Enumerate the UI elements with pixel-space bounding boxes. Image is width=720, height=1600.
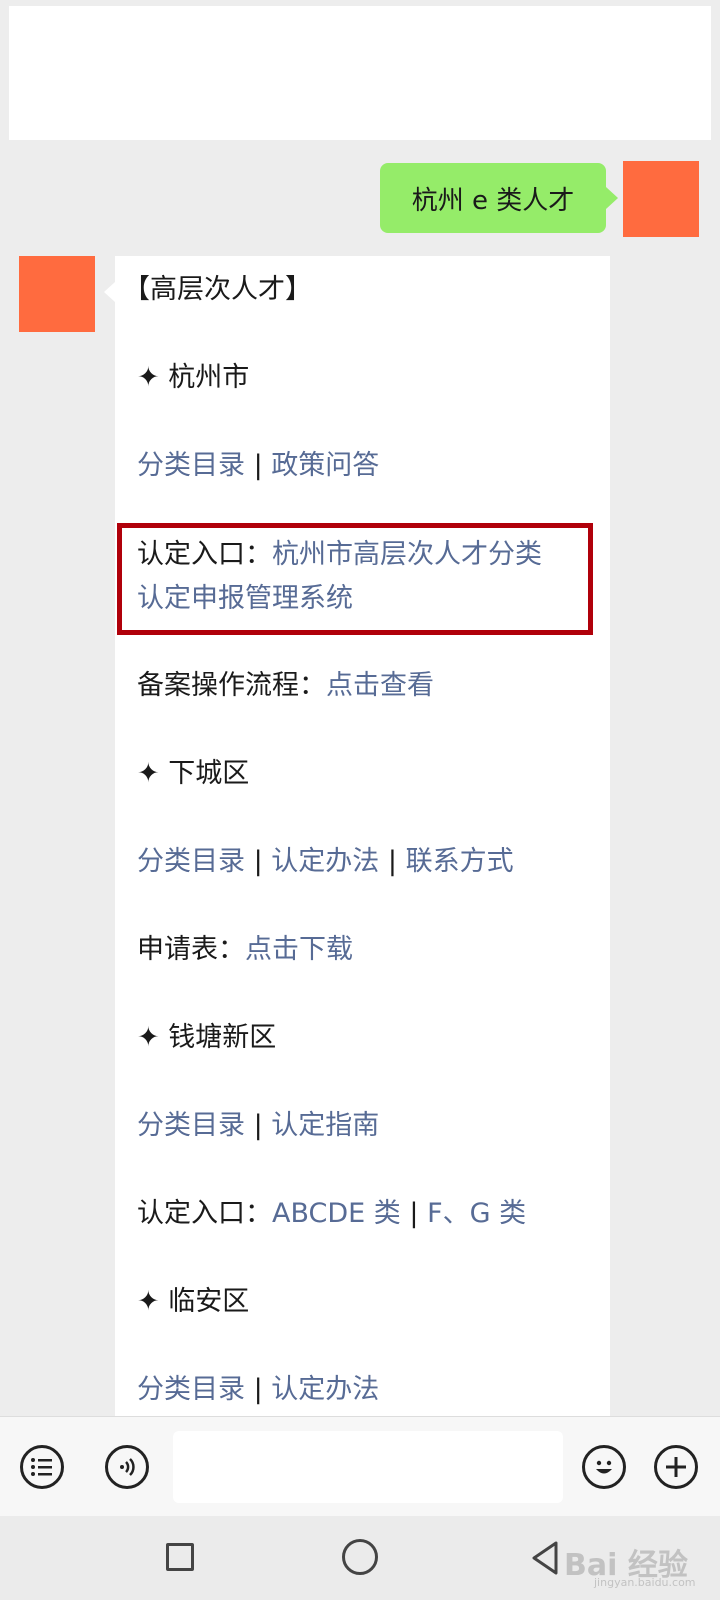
link-contact[interactable]: 联系方式 — [406, 846, 514, 877]
star-icon: ✦ — [137, 362, 160, 393]
section-title-qiantang: ✦ 钱塘新区 — [137, 1022, 277, 1053]
entry-row-hangzhou: 认定入口：杭州市高层次人才分类 — [137, 533, 542, 577]
entry-label: 认定入口： — [137, 539, 272, 570]
watermark-sub: jingyan.baidu.com — [594, 1576, 696, 1589]
reply-header: 【高层次人才】 — [123, 274, 312, 305]
link-entry-system-line1[interactable]: 杭州市高层次人才分类 — [272, 539, 542, 570]
link-category-catalog[interactable]: 分类目录 — [137, 450, 245, 481]
message-input[interactable] — [173, 1431, 563, 1503]
link-entry-system-line2[interactable]: 认定申报管理系统 — [137, 583, 353, 614]
separator: | — [253, 1110, 263, 1141]
link-row-linan: 分类目录 | 认定办法 — [137, 1368, 379, 1412]
separator: | — [253, 846, 263, 877]
link-view[interactable]: 点击查看 — [326, 670, 434, 701]
sent-message-bubble[interactable]: 杭州 e 类人才 — [380, 163, 618, 233]
entry-row-hangzhou-line2: 认定申报管理系统 — [137, 577, 353, 621]
separator: | — [253, 450, 263, 481]
form-label: 申请表： — [137, 934, 245, 965]
top-blank-area — [9, 6, 711, 140]
plus-icon[interactable] — [654, 1445, 698, 1489]
baidu-watermark-logo: Bai 经验 jingyan.baidu.com — [564, 1540, 714, 1590]
voice-icon[interactable] — [105, 1445, 149, 1489]
separator: | — [387, 846, 397, 877]
link-row-qiantang: 分类目录 | 认定指南 — [137, 1104, 379, 1148]
link-certification-guide[interactable]: 认定指南 — [271, 1110, 379, 1141]
section-title-xiacheng: ✦ 下城区 — [137, 758, 250, 789]
separator: | — [253, 1374, 263, 1405]
reply-message-bubble: 【高层次人才】 ✦ 杭州市 分类目录 | 政策问答 认定入口：杭州市高层次人才分… — [104, 256, 610, 1416]
my-avatar[interactable] — [623, 161, 699, 237]
link-entry-fg[interactable]: F、G 类 — [427, 1198, 526, 1229]
form-row-xiacheng: 申请表：点击下载 — [137, 928, 353, 972]
list-icon[interactable] — [20, 1445, 64, 1489]
sent-message-text: 杭州 e 类人才 — [411, 185, 575, 216]
link-category-catalog[interactable]: 分类目录 — [137, 1374, 245, 1405]
record-row-hangzhou: 备案操作流程：点击查看 — [137, 664, 434, 708]
recent-apps-icon[interactable] — [166, 1543, 194, 1571]
link-category-catalog[interactable]: 分类目录 — [137, 1110, 245, 1141]
bot-avatar[interactable] — [19, 256, 95, 332]
record-label: 备案操作流程： — [137, 670, 326, 701]
section-title-linan: ✦ 临安区 — [137, 1286, 250, 1317]
link-policy-qa[interactable]: 政策问答 — [271, 450, 379, 481]
emoji-icon[interactable] — [582, 1445, 626, 1489]
star-icon: ✦ — [137, 758, 160, 789]
link-certification-method[interactable]: 认定办法 — [271, 1374, 379, 1405]
link-download[interactable]: 点击下载 — [245, 934, 353, 965]
link-row-xiacheng: 分类目录 | 认定办法 | 联系方式 — [137, 840, 514, 884]
link-category-catalog[interactable]: 分类目录 — [137, 846, 245, 877]
link-certification-method[interactable]: 认定办法 — [271, 846, 379, 877]
home-icon[interactable] — [342, 1539, 378, 1575]
separator: | — [409, 1198, 419, 1229]
link-entry-abcde[interactable]: ABCDE 类 — [272, 1198, 401, 1229]
back-icon[interactable] — [530, 1540, 560, 1576]
input-bar — [0, 1416, 720, 1517]
entry-row-qiantang: 认定入口：ABCDE 类 | F、G 类 — [137, 1192, 526, 1236]
star-icon: ✦ — [137, 1022, 160, 1053]
entry-label: 认定入口： — [137, 1198, 272, 1229]
link-row-hangzhou: 分类目录 | 政策问答 — [137, 444, 379, 488]
star-icon: ✦ — [137, 1286, 160, 1317]
section-title-hangzhou: ✦ 杭州市 — [137, 362, 250, 393]
